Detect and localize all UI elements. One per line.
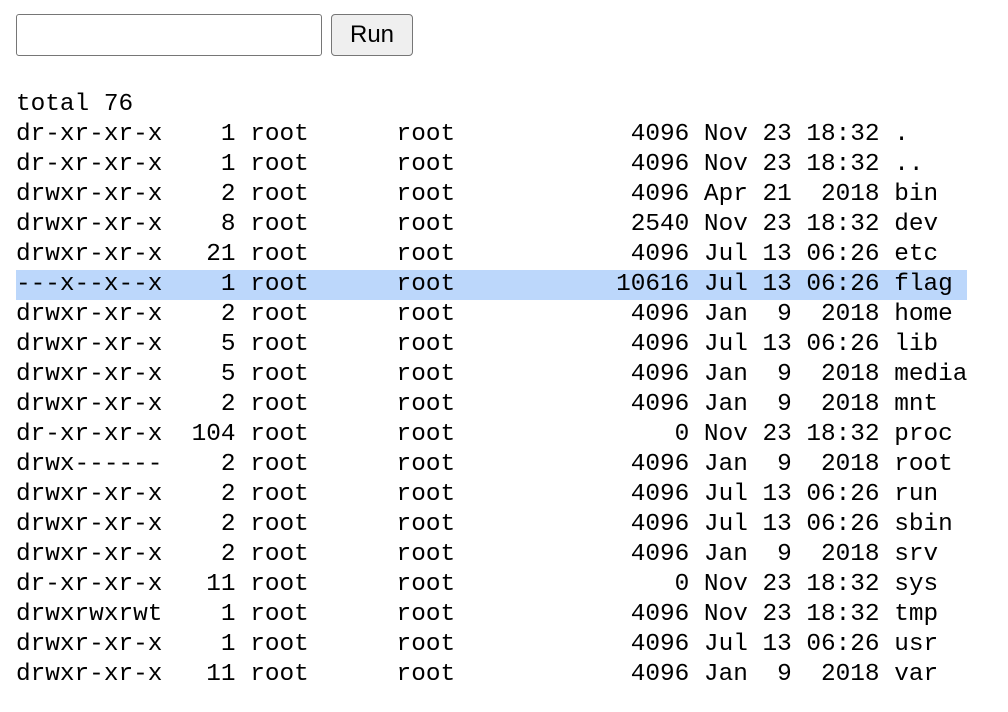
listing-row: drwxr-xr-x 5 root root 4096 Jul 13 06:26… [16, 331, 939, 358]
listing-row: drwxr-xr-x 1 root root 4096 Jul 13 06:26… [16, 631, 939, 658]
listing-row: drwxr-xr-x 2 root root 4096 Jan 9 2018 m… [16, 391, 939, 418]
listing-row: drwxr-xr-x 2 root root 4096 Jan 9 2018 s… [16, 541, 939, 568]
total-line: total 76 [16, 91, 134, 118]
listing-row: dr-xr-xr-x 1 root root 4096 Nov 23 18:32… [16, 121, 909, 148]
listing-row: dr-xr-xr-x 11 root root 0 Nov 23 18:32 s… [16, 571, 939, 598]
run-button[interactable]: Run [331, 14, 413, 56]
listing-row: drwxr-xr-x 11 root root 4096 Jan 9 2018 … [16, 661, 939, 688]
listing-row: drwxr-xr-x 2 root root 4096 Jan 9 2018 h… [16, 301, 953, 328]
listing-row: dr-xr-xr-x 1 root root 4096 Nov 23 18:32… [16, 151, 924, 178]
listing-row: dr-xr-xr-x 104 root root 0 Nov 23 18:32 … [16, 421, 953, 448]
command-input[interactable] [16, 14, 322, 56]
listing-row: drwxr-xr-x 21 root root 4096 Jul 13 06:2… [16, 241, 939, 268]
listing-row: drwxr-xr-x 2 root root 4096 Jul 13 06:26… [16, 511, 953, 538]
listing-row: drwxr-xr-x 2 root root 4096 Apr 21 2018 … [16, 181, 939, 208]
listing-row-selected: ---x--x--x 1 root root 10616 Jul 13 06:2… [16, 270, 968, 300]
listing-row: drwx------ 2 root root 4096 Jan 9 2018 r… [16, 451, 953, 478]
listing-row: drwxr-xr-x 5 root root 4096 Jan 9 2018 m… [16, 361, 968, 388]
listing-row: drwxrwxrwt 1 root root 4096 Nov 23 18:32… [16, 601, 939, 628]
command-form: Run [16, 14, 413, 56]
listing-row: drwxr-xr-x 2 root root 4096 Jul 13 06:26… [16, 481, 939, 508]
directory-listing: dr-xr-xr-x 1 root root 4096 Nov 23 18:32… [16, 120, 968, 690]
command-output: total 76 dr-xr-xr-x 1 root root 4096 Nov … [16, 90, 968, 690]
listing-row: drwxr-xr-x 8 root root 2540 Nov 23 18:32… [16, 211, 939, 238]
